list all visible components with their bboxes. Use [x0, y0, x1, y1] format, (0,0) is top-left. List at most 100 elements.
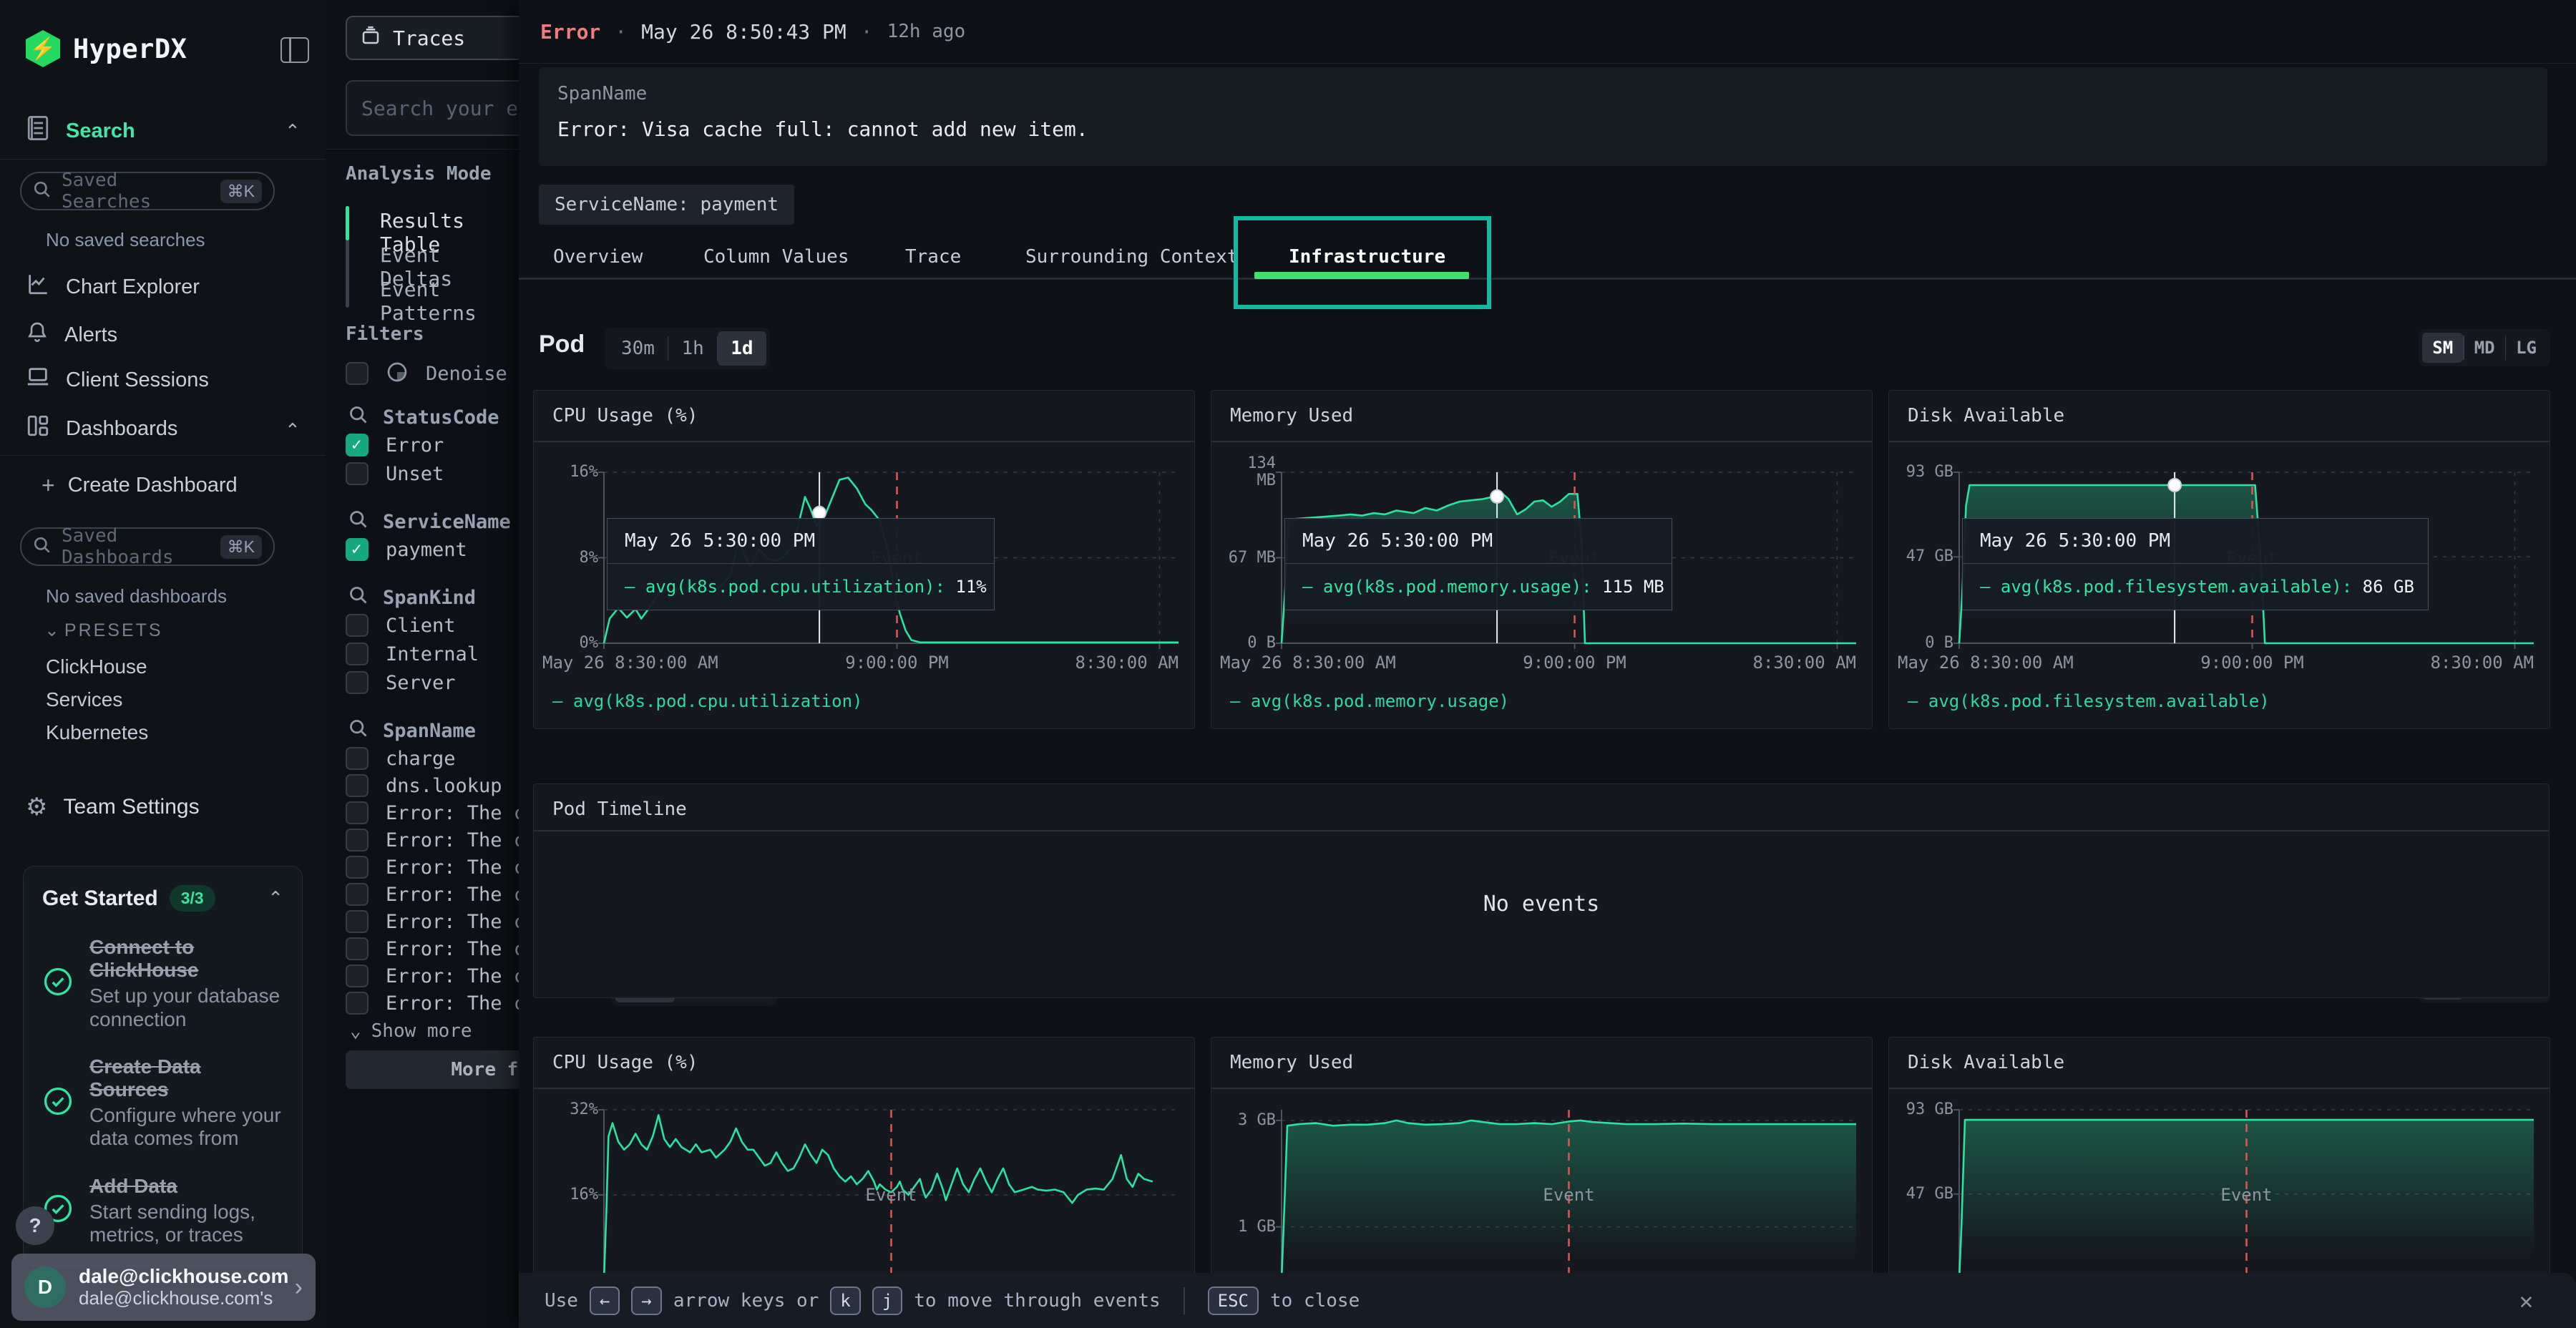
- sidebar-item-team-settings[interactable]: ⚙ Team Settings: [26, 793, 200, 821]
- sidebar-item-alerts[interactable]: Alerts: [26, 320, 117, 350]
- filter-option[interactable]: Unset: [346, 462, 444, 485]
- chevron-up-icon[interactable]: ⌃: [285, 120, 301, 142]
- source-select-traces[interactable]: Traces: [346, 16, 519, 60]
- y-axis-tick: 93 GB: [1893, 1101, 1953, 1118]
- sidebar-item-client-sessions[interactable]: Client Sessions: [26, 366, 209, 394]
- filter-checkbox[interactable]: [346, 856, 369, 879]
- search-icon[interactable]: [348, 405, 369, 430]
- filter-group-header-statuscode: StatusCode: [348, 405, 499, 430]
- help-button[interactable]: ?: [16, 1206, 54, 1245]
- filter-option[interactable]: Error: The cr: [346, 937, 519, 960]
- saved-searches-input[interactable]: Saved Searches ⌘K: [20, 172, 275, 210]
- filter-option[interactable]: Error: [346, 434, 444, 456]
- filter-checkbox[interactable]: [346, 883, 369, 906]
- filter-checkbox[interactable]: [346, 671, 369, 694]
- presets-header[interactable]: ⌄ PRESETS: [44, 620, 163, 641]
- chart-plot-area[interactable]: EventMay 26 5:30:00 PM— avg(k8s.pod.file…: [1959, 472, 2534, 643]
- show-more-label: Show more: [371, 1020, 472, 1042]
- tab-surrounding-context[interactable]: Surrounding Context: [1025, 236, 1238, 278]
- preset-item-kubernetes[interactable]: Kubernetes: [46, 721, 148, 744]
- sidebar-item-chart-explorer[interactable]: Chart Explorer: [26, 272, 200, 302]
- saved-dashboards-placeholder: Saved Dashboards: [62, 525, 210, 568]
- tab-overview[interactable]: Overview: [553, 236, 643, 278]
- more-filters-button[interactable]: More fil: [346, 1050, 519, 1089]
- search-icon[interactable]: [348, 509, 369, 534]
- filter-option[interactable]: Error: The cr: [346, 910, 519, 933]
- sidebar-collapse-icon[interactable]: [280, 37, 309, 63]
- filter-option[interactable]: Error: The cr: [346, 856, 519, 879]
- panel-header: Pod Timeline: [534, 784, 2549, 831]
- filter-checkbox[interactable]: [346, 801, 369, 824]
- filter-checkbox[interactable]: [346, 538, 369, 561]
- filter-option[interactable]: charge: [346, 747, 456, 770]
- x-axis-tick: May 26 8:30:00 AM: [1898, 653, 2074, 673]
- filter-checkbox[interactable]: [346, 965, 369, 987]
- filter-option[interactable]: Error: The cr: [346, 829, 519, 851]
- denoise-checkbox[interactable]: [346, 362, 369, 385]
- filter-option[interactable]: payment: [346, 538, 467, 561]
- chart-tooltip: May 26 5:30:00 PM— avg(k8s.pod.cpu.utili…: [607, 518, 995, 610]
- chevron-up-icon[interactable]: ⌃: [268, 887, 283, 909]
- get-started-item[interactable]: Create Data SourcesConfigure where your …: [42, 1055, 283, 1151]
- tab-column-values[interactable]: Column Values: [703, 236, 849, 278]
- size-button-lg[interactable]: LG: [2506, 333, 2547, 363]
- filter-checkbox[interactable]: [346, 829, 369, 851]
- filter-checkbox[interactable]: [346, 643, 369, 665]
- plus-icon: +: [42, 472, 55, 499]
- get-started-item[interactable]: Connect to ClickHouseSet up your databas…: [42, 936, 283, 1031]
- get-started-item[interactable]: Add DataStart sending logs, metrics, or …: [42, 1175, 283, 1247]
- chevron-up-icon[interactable]: ⌃: [285, 419, 301, 441]
- preset-item-clickhouse[interactable]: ClickHouse: [46, 655, 147, 678]
- divider: [1184, 1287, 1185, 1314]
- filter-checkbox[interactable]: [346, 462, 369, 485]
- saved-dashboards-input[interactable]: Saved Dashboards ⌘K: [20, 527, 275, 566]
- show-more-button[interactable]: ⌄Show more: [350, 1020, 472, 1042]
- shortcut-badge: ⌘K: [220, 180, 262, 203]
- size-button-sm[interactable]: SM: [2422, 333, 2463, 363]
- chart-plot-area[interactable]: EventMay 26 5:30:00 PM— avg(k8s.pod.memo…: [1282, 472, 1856, 643]
- create-dashboard-button[interactable]: + Create Dashboard: [42, 472, 238, 499]
- user-menu[interactable]: D dale@clickhouse.com dale@clickhouse.co…: [11, 1254, 316, 1321]
- size-button-md[interactable]: MD: [2464, 333, 2505, 363]
- filter-option[interactable]: Error: The cr: [346, 883, 519, 906]
- filter-checkbox[interactable]: [346, 614, 369, 637]
- denoise-filter[interactable]: Denoise Re: [346, 361, 519, 386]
- filter-option[interactable]: dns.lookup: [346, 774, 502, 797]
- filter-checkbox[interactable]: [346, 937, 369, 960]
- filter-checkbox[interactable]: [346, 747, 369, 770]
- chart-plot-area[interactable]: Event: [1282, 1110, 1856, 1280]
- x-axis-tick: 9:00:00 PM: [845, 653, 949, 673]
- chart-plot-area[interactable]: Event: [1959, 1110, 2534, 1280]
- sidebar-item-label: Dashboards: [66, 417, 177, 441]
- sidebar-item-search[interactable]: Search: [26, 114, 135, 147]
- service-name-chip[interactable]: ServiceName: payment: [539, 185, 794, 225]
- filter-checkbox[interactable]: [346, 774, 369, 797]
- filter-option[interactable]: Internal: [346, 643, 479, 665]
- event-search-input[interactable]: Search your ev: [346, 80, 519, 136]
- search-icon[interactable]: [348, 718, 369, 743]
- filter-checkbox[interactable]: [346, 434, 369, 456]
- chart-legend: — avg(k8s.pod.filesystem.available): [1908, 691, 2270, 711]
- sidebar-item-dashboards[interactable]: Dashboards: [26, 414, 177, 444]
- filter-group-header-servicename: ServiceName: [348, 509, 511, 534]
- tab-trace[interactable]: Trace: [905, 236, 961, 278]
- filter-option[interactable]: Client: [346, 614, 456, 637]
- filter-option[interactable]: Server: [346, 671, 456, 694]
- search-icon[interactable]: [348, 585, 369, 610]
- range-button-30m[interactable]: 30m: [608, 331, 668, 366]
- analysis-mode-event-patterns[interactable]: Event Patterns: [380, 278, 519, 325]
- sidebar-item-label: Alerts: [64, 323, 117, 347]
- chart-plot-area[interactable]: Event: [604, 1110, 1179, 1280]
- close-icon[interactable]: ✕: [2519, 1287, 2533, 1314]
- filter-checkbox[interactable]: [346, 992, 369, 1015]
- chart-plot-area[interactable]: EventMay 26 5:30:00 PM— avg(k8s.pod.cpu.…: [604, 472, 1179, 643]
- filter-checkbox[interactable]: [346, 910, 369, 933]
- range-button-1d[interactable]: 1d: [718, 331, 766, 366]
- filter-option[interactable]: Error: The cr: [346, 965, 519, 987]
- preset-item-services[interactable]: Services: [46, 688, 122, 711]
- chart-legend: — avg(k8s.pod.cpu.utilization): [552, 691, 862, 711]
- tooltip-value: — avg(k8s.pod.cpu.utilization): 11%: [608, 564, 994, 610]
- filter-option[interactable]: Error: The cr: [346, 992, 519, 1015]
- filter-option[interactable]: Error: The cr: [346, 801, 519, 824]
- range-button-1h[interactable]: 1h: [668, 331, 716, 366]
